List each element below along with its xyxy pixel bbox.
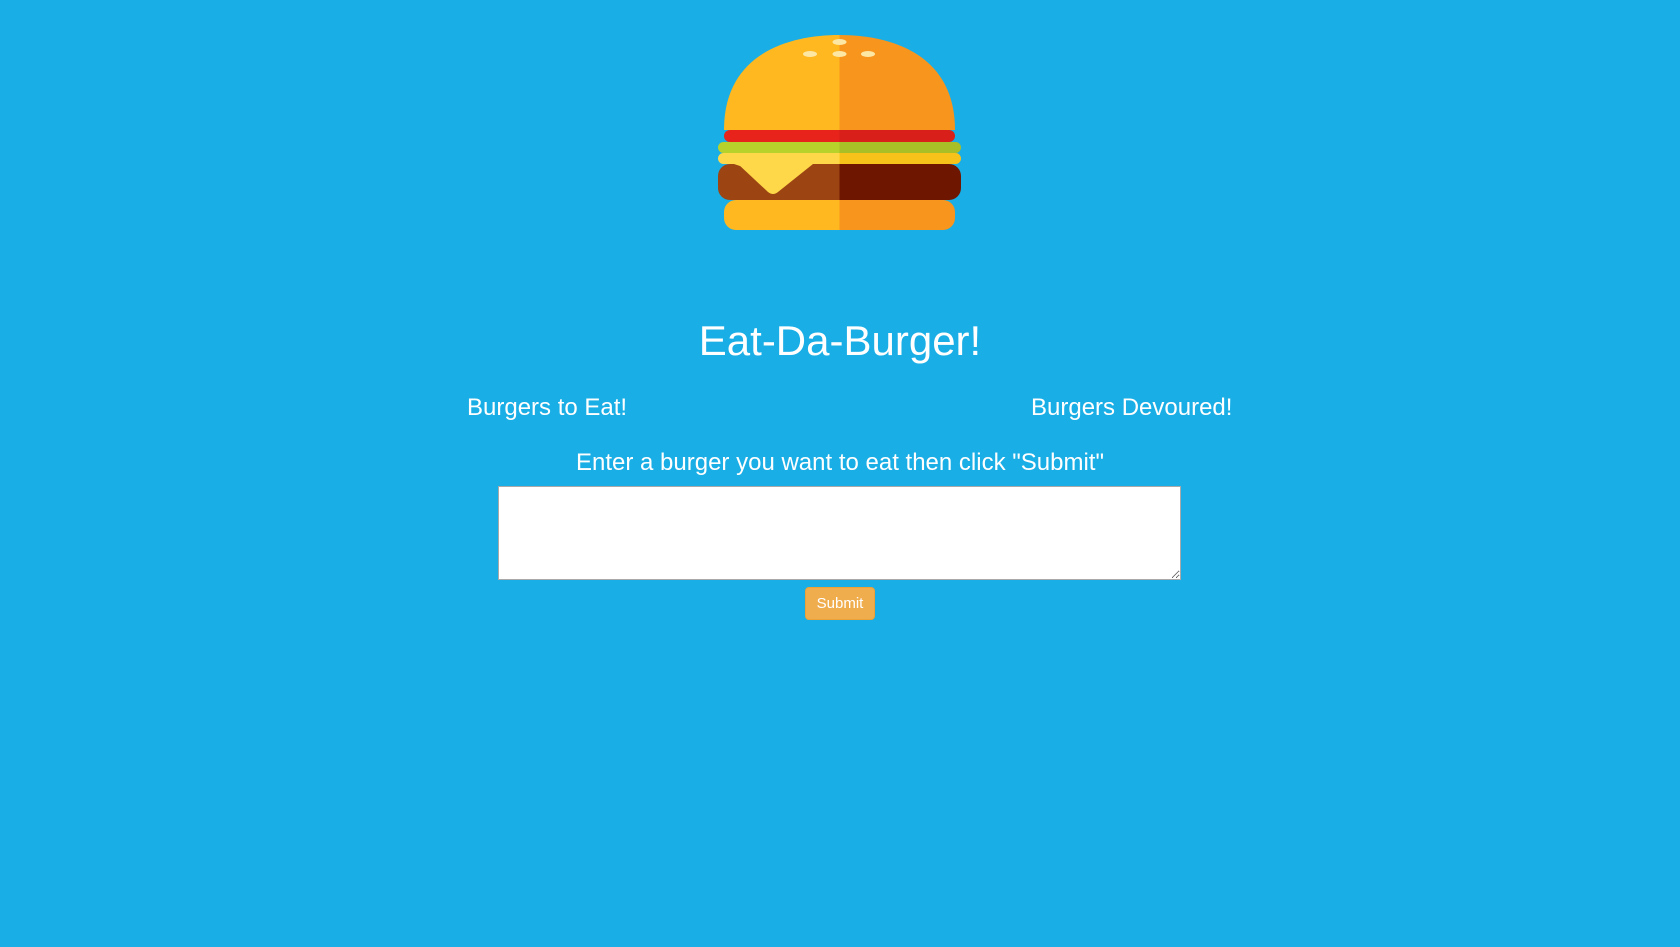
page-title: Eat-Da-Burger! — [698, 317, 982, 364]
submit-button[interactable]: Submit — [805, 587, 875, 620]
burgers-to-eat-heading: Burgers to Eat! — [467, 394, 628, 421]
burgers-devoured-heading: Burgers Devoured! — [1031, 394, 1233, 421]
page: Eat-Da-Burger! Burgers to Eat! Burgers D… — [0, 0, 1680, 947]
burger-form-prompt: Enter a burger you want to eat then clic… — [576, 449, 1104, 476]
burger-name-input[interactable] — [498, 486, 1181, 580]
burger-icon — [718, 35, 961, 230]
